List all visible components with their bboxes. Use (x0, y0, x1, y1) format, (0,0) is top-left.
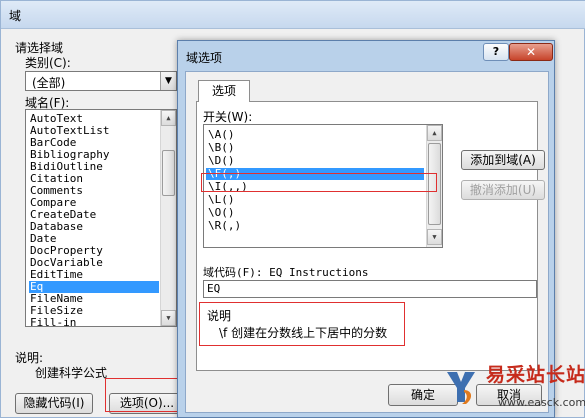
hide-codes-button[interactable]: 隐藏代码(I) (15, 393, 93, 414)
site-logo-icon (447, 372, 475, 404)
info-label: 说明 (207, 309, 232, 323)
help-button[interactable]: ? (483, 43, 509, 61)
switch-list-item[interactable]: \D() (206, 155, 424, 167)
scroll-down-icon[interactable]: ▼ (427, 229, 442, 245)
field-dialog-titlebar: 域 (1, 1, 585, 29)
site-watermark: 易采站长站 www.easck.com (438, 356, 585, 418)
chevron-down-icon[interactable]: ▼ (160, 72, 176, 90)
watermark-site-name: 易采站长站 (486, 364, 585, 386)
switches-label: 开关(W): (203, 110, 253, 124)
switches-list[interactable]: \A() \B() \D() \F(,) \I(,,) \L() \O() \R(,) ▲ ▼ (203, 124, 443, 248)
field-dialog-title: 域 (9, 9, 22, 23)
scroll-thumb[interactable] (428, 143, 441, 225)
category-select[interactable]: (全部) ▼ (25, 71, 177, 91)
options-button[interactable]: 选项(O)... (109, 393, 185, 414)
category-select-value: (全部) (32, 76, 66, 90)
switch-list-item[interactable]: \R(,) (206, 220, 424, 232)
watermark-url: www.easck.com (498, 396, 585, 409)
switch-list-item[interactable]: \A() (206, 129, 424, 141)
switch-list-scrollbar[interactable]: ▲ ▼ (426, 125, 442, 247)
description-text: 创建科学公式 (35, 366, 108, 380)
field-code-input[interactable]: EQ (203, 280, 537, 298)
field-list-scrollbar[interactable]: ▲ ▼ (160, 110, 176, 326)
switch-list-item[interactable]: \L() (206, 194, 424, 206)
field-name-list-item[interactable]: Fill-in (29, 317, 159, 327)
switch-list-item[interactable]: \B() (206, 142, 424, 154)
field-options-title: 域选项 (186, 51, 223, 65)
category-label: 类别(C): (25, 56, 71, 70)
info-text: \f 创建在分数线上下居中的分数 (219, 326, 388, 340)
undo-add-button[interactable]: 撤消添加(U) (461, 180, 545, 200)
switch-list-item[interactable]: \I(,,) (206, 181, 424, 193)
switch-list-item[interactable]: \F(,) (206, 168, 424, 180)
switch-list-item[interactable]: \O() (206, 207, 424, 219)
field-name-list-item[interactable]: EditTime (29, 269, 159, 281)
scroll-up-icon[interactable]: ▲ (161, 110, 176, 126)
close-button[interactable]: ✕ (509, 43, 553, 61)
scroll-thumb[interactable] (162, 150, 175, 196)
field-names-list[interactable]: AutoText AutoTextList BarCode Bibliography B… (25, 109, 177, 327)
scroll-up-icon[interactable]: ▲ (427, 125, 442, 141)
add-to-field-button[interactable]: 添加到域(A) (461, 150, 545, 170)
tab-options[interactable]: 选项 (198, 80, 250, 102)
field-code-label: 域代码(F): EQ Instructions (203, 266, 369, 279)
scroll-down-icon[interactable]: ▼ (161, 310, 176, 326)
options-tab-panel: 开关(W): \A() \B() \D() \F(,) \I(,,) \L() \O() \R… (196, 101, 545, 371)
